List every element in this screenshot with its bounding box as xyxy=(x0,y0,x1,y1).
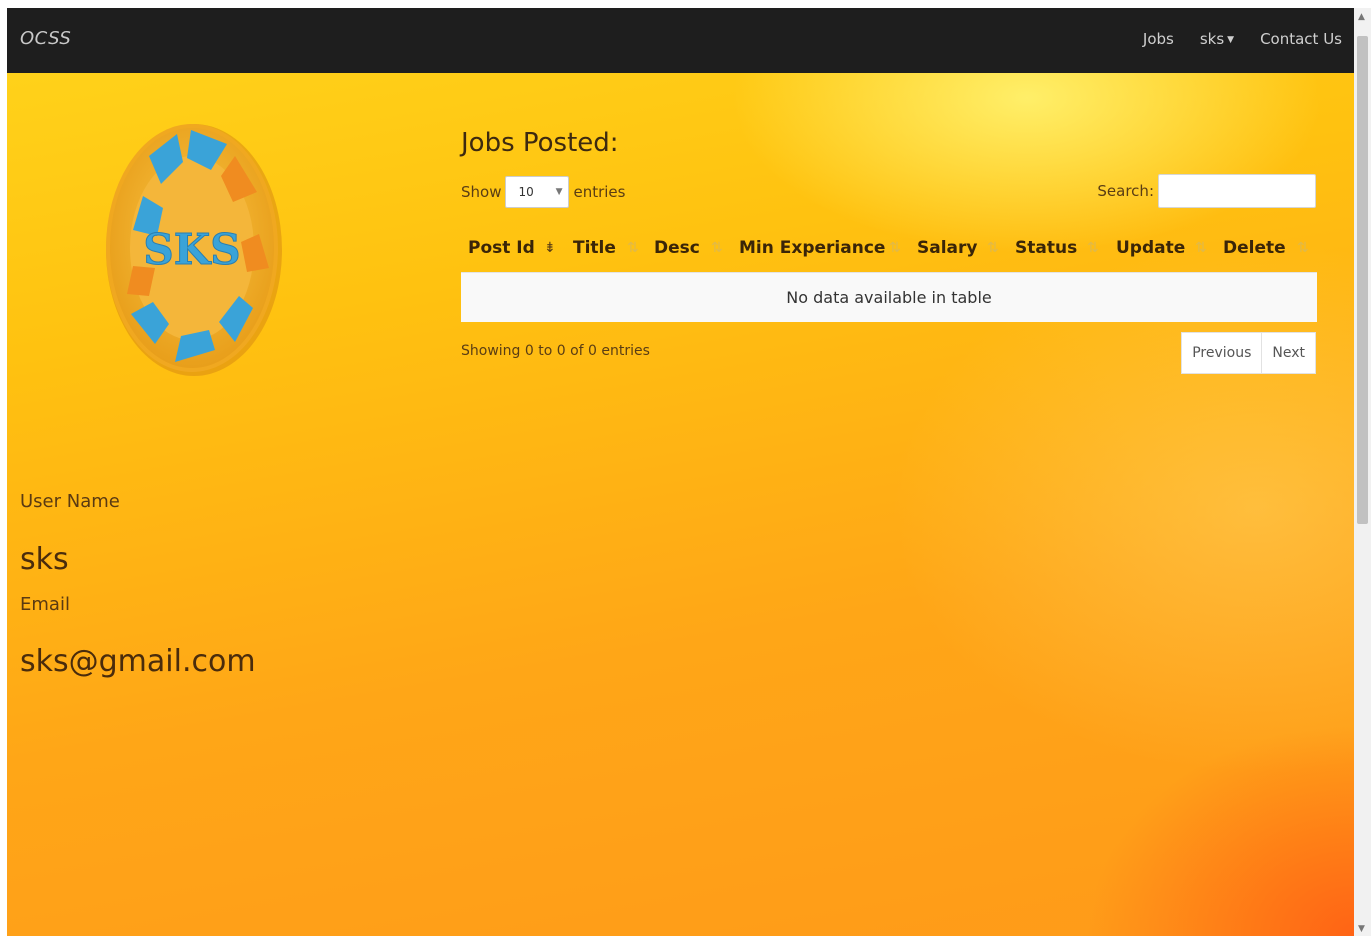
username-label: User Name xyxy=(20,491,120,512)
sort-ascending-icon: ⇟ xyxy=(544,240,556,256)
table-search: Search: xyxy=(1097,174,1316,208)
vertical-scrollbar[interactable]: ▲ ▼ xyxy=(1354,8,1371,936)
chevron-down-icon: ▼ xyxy=(555,187,563,197)
sort-arrows-icon: ⇅ xyxy=(1087,240,1099,256)
search-input[interactable] xyxy=(1158,174,1316,208)
column-header-update[interactable]: Update xyxy=(1116,232,1185,272)
column-header-title[interactable]: Title xyxy=(573,232,616,272)
brand-logo-text[interactable]: OCSS xyxy=(20,28,71,49)
sks-logo: SKS xyxy=(106,124,282,376)
next-button[interactable]: Next xyxy=(1262,332,1316,374)
email-label: Email xyxy=(20,594,70,615)
nav-menu: Jobs sks ▼ Contact Us xyxy=(1143,30,1342,48)
pagination: Previous Next xyxy=(1181,332,1316,374)
nav-item-user-label: sks xyxy=(1199,30,1225,48)
previous-button[interactable]: Previous xyxy=(1181,332,1263,374)
table-info: Showing 0 to 0 of 0 entries xyxy=(461,343,650,359)
sort-arrows-icon: ⇅ xyxy=(1297,240,1309,256)
sort-arrows-icon: ⇅ xyxy=(711,240,723,256)
column-header-post-id[interactable]: Post Id xyxy=(468,232,535,272)
entries-length-control: Show 10 ▼ entries xyxy=(461,176,625,208)
sort-arrows-icon: ⇅ xyxy=(889,240,901,256)
scroll-up-icon[interactable]: ▲ xyxy=(1358,12,1365,22)
sort-arrows-icon: ⇅ xyxy=(1195,240,1207,256)
nav-item-jobs[interactable]: Jobs xyxy=(1143,30,1174,48)
logo-text: SKS xyxy=(143,225,240,274)
jobs-posted-title: Jobs Posted: xyxy=(461,128,619,158)
column-header-min-experiance[interactable]: Min Experiance xyxy=(739,232,885,272)
table-header-row: Post Id ⇟ Title ⇅ Desc ⇅ Min Experiance … xyxy=(461,232,1317,272)
scroll-down-icon[interactable]: ▼ xyxy=(1358,924,1365,934)
column-header-salary[interactable]: Salary xyxy=(917,232,977,272)
nav-item-user-dropdown[interactable]: sks ▼ xyxy=(1200,30,1234,48)
username-value: sks xyxy=(20,542,69,577)
column-header-desc[interactable]: Desc xyxy=(654,232,700,272)
sort-arrows-icon: ⇅ xyxy=(987,240,999,256)
email-value: sks@gmail.com xyxy=(20,644,256,679)
empty-message: No data available in table xyxy=(786,288,992,307)
entries-label: entries xyxy=(573,183,626,201)
search-label: Search: xyxy=(1097,182,1154,200)
sort-arrows-icon: ⇅ xyxy=(627,240,639,256)
entries-select-value: 10 xyxy=(518,185,534,199)
caret-down-icon: ▼ xyxy=(1227,34,1235,45)
nav-item-contact-us[interactable]: Contact Us xyxy=(1260,30,1342,48)
show-label: Show xyxy=(461,183,502,201)
navbar: OCSS Jobs sks ▼ Contact Us xyxy=(7,8,1354,73)
column-header-delete[interactable]: Delete xyxy=(1223,232,1286,272)
page-viewport: OCSS Jobs sks ▼ Contact Us SKS User Name … xyxy=(7,8,1354,936)
column-header-status[interactable]: Status xyxy=(1015,232,1077,272)
entries-select[interactable]: 10 ▼ xyxy=(505,176,570,208)
table-empty-row: No data available in table xyxy=(461,272,1317,322)
scrollbar-thumb[interactable] xyxy=(1357,36,1368,524)
